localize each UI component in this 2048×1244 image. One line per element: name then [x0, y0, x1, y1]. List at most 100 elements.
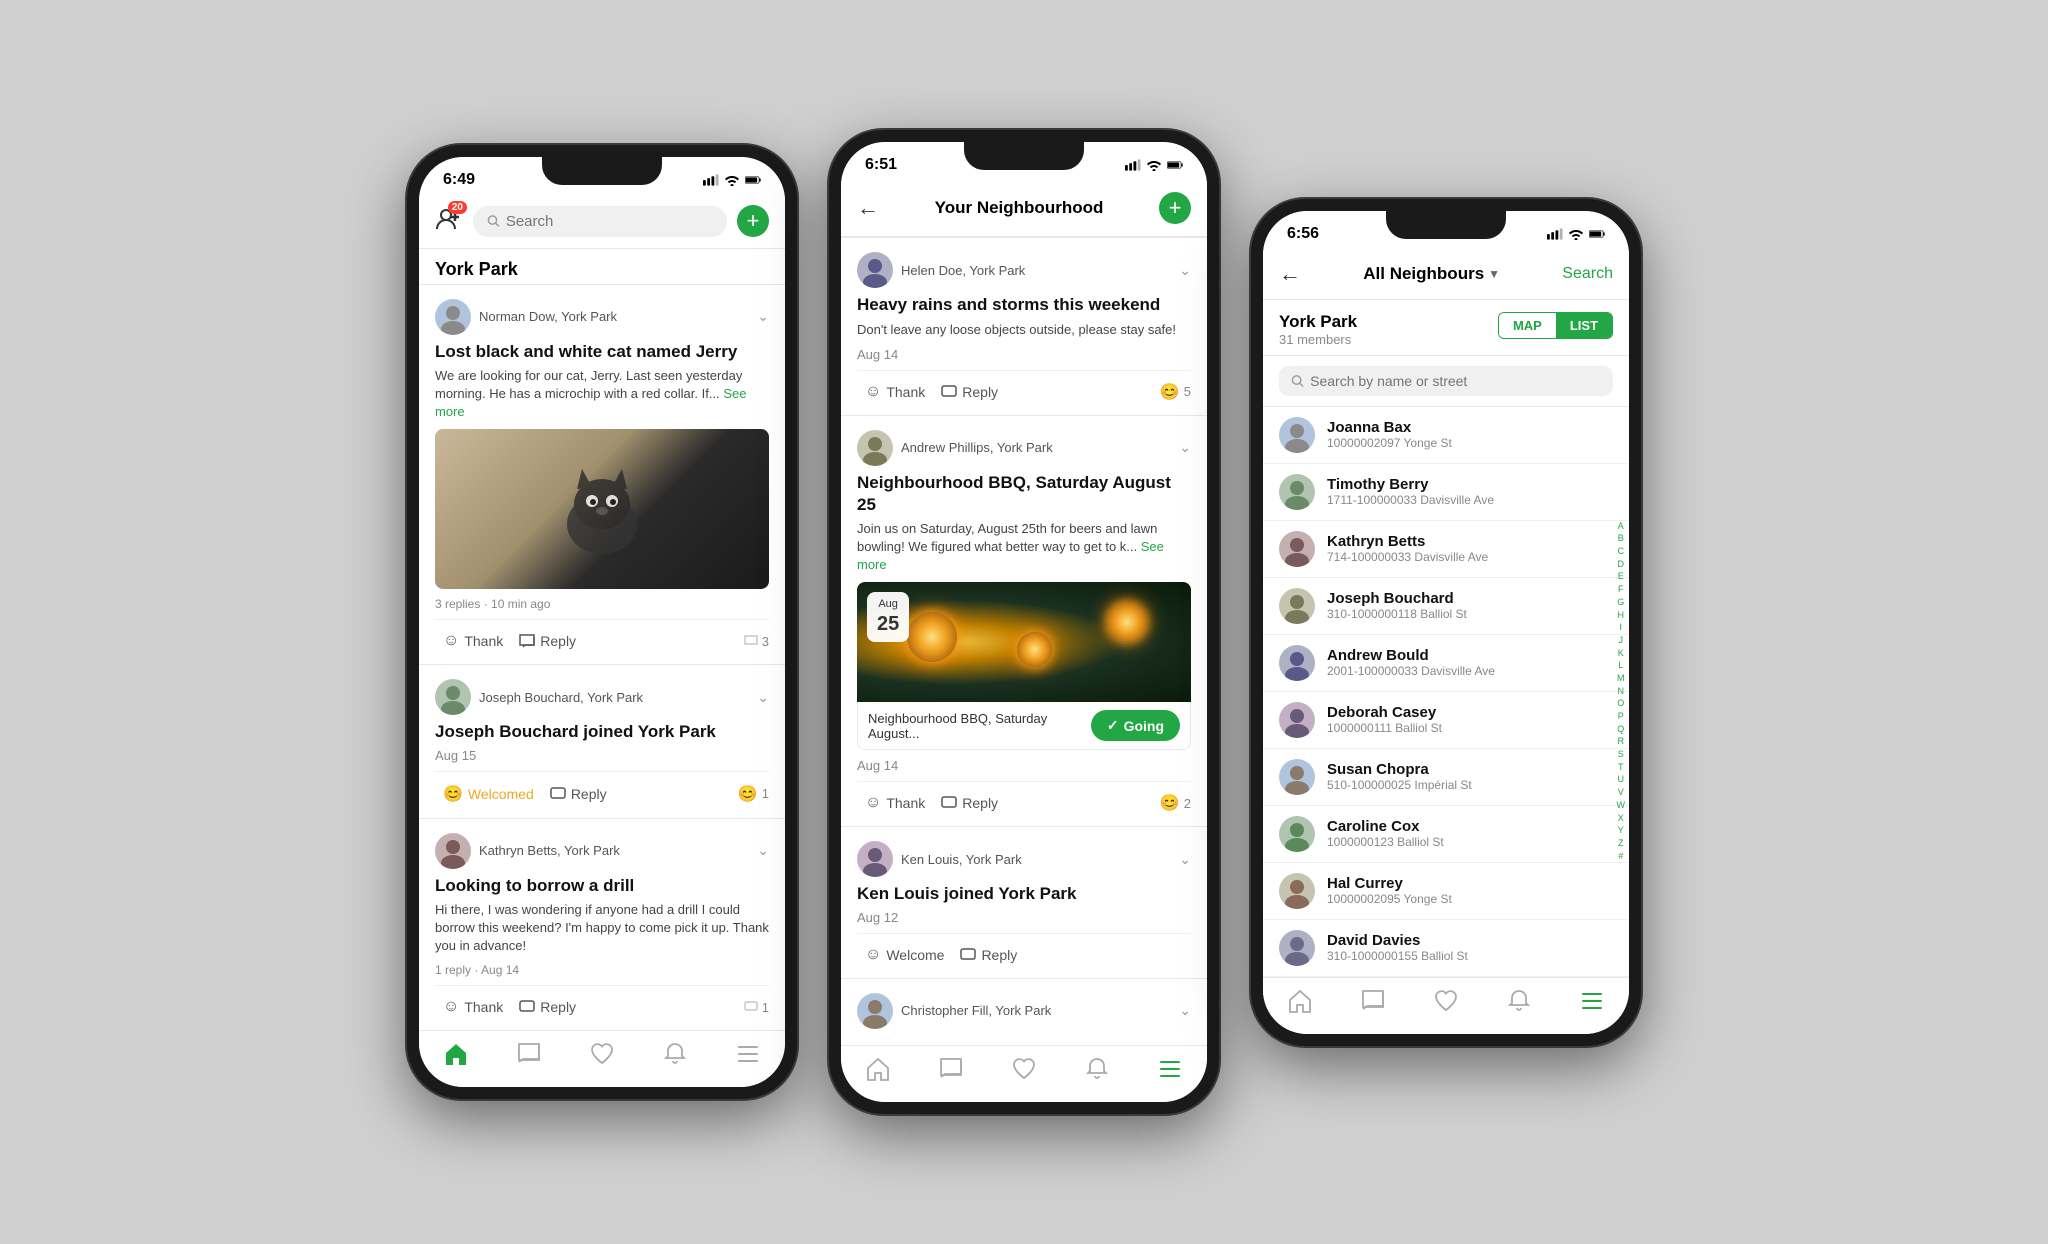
alpha-N[interactable]: N	[1617, 686, 1626, 698]
tab-home-2[interactable]	[865, 1056, 891, 1082]
tab-messages-1[interactable]	[516, 1041, 542, 1067]
alpha-U[interactable]: U	[1617, 774, 1626, 786]
alpha-O[interactable]: O	[1617, 698, 1626, 710]
neighbour-item-9[interactable]: David Davies 310-1000000155 Balliol St	[1263, 920, 1629, 977]
reply-button-p2-1[interactable]: Reply	[933, 380, 1006, 404]
chevron-icon-3[interactable]: ⌄	[757, 842, 769, 859]
neighbour-item-3[interactable]: Joseph Bouchard 310-1000000118 Balliol S…	[1263, 578, 1629, 635]
alpha-V[interactable]: V	[1617, 787, 1626, 799]
neighbour-item-2[interactable]: Kathryn Betts 714-100000033 Davisville A…	[1263, 521, 1629, 578]
tab-menu-3[interactable]	[1579, 988, 1605, 1014]
neighbour-item-0[interactable]: Joanna Bax 10000002097 Yonge St	[1263, 407, 1629, 464]
neighbour-address-8: 10000002095 Yonge St	[1327, 892, 1452, 906]
back-button-3[interactable]: ←	[1279, 261, 1301, 287]
alpha-E[interactable]: E	[1617, 571, 1626, 583]
tab-menu-1[interactable]	[735, 1041, 761, 1067]
neighbour-info-9: David Davies 310-1000000155 Balliol St	[1327, 932, 1468, 963]
welcomed-button-2[interactable]: 😊 Welcomed	[435, 780, 542, 808]
tab-heart-2[interactable]	[1011, 1056, 1037, 1082]
thank-button-3[interactable]: ☺ Thank	[435, 994, 511, 1020]
thank-button-1[interactable]: ☺ Thank	[435, 628, 511, 654]
neighbour-address-2: 714-100000033 Davisville Ave	[1327, 550, 1488, 564]
alpha-A[interactable]: A	[1617, 521, 1626, 533]
alpha-Q[interactable]: Q	[1617, 724, 1626, 736]
name-search-input[interactable]	[1310, 373, 1601, 389]
chevron-p2-2[interactable]: ⌄	[1179, 439, 1191, 456]
alpha-R[interactable]: R	[1617, 736, 1626, 748]
neighbour-item-1[interactable]: Timothy Berry 1711-100000033 Davisville …	[1263, 464, 1629, 521]
welcome-button-p2-3[interactable]: ☺ Welcome	[857, 942, 952, 968]
alpha-H[interactable]: H	[1617, 610, 1626, 622]
add-friend-button[interactable]: 20	[435, 205, 463, 238]
messages-icon	[516, 1041, 542, 1067]
name-search-wrap	[1263, 356, 1629, 407]
alpha-K[interactable]: K	[1617, 648, 1626, 660]
reply-button-2[interactable]: Reply	[542, 782, 615, 806]
avatar-icon-3	[435, 833, 471, 869]
alpha-M[interactable]: M	[1617, 673, 1626, 685]
going-button[interactable]: ✓ Going	[1091, 710, 1180, 741]
post-title-3: Looking to borrow a drill	[435, 875, 769, 897]
alpha-D[interactable]: D	[1617, 559, 1626, 571]
tab-heart-1[interactable]	[589, 1041, 615, 1067]
alpha-S[interactable]: S	[1617, 749, 1626, 761]
alpha-X[interactable]: X	[1617, 813, 1626, 825]
screen2-title: Your Neighbourhood	[935, 198, 1104, 218]
date-p2-2: Aug 14	[857, 758, 1191, 773]
alpha-P[interactable]: P	[1617, 711, 1626, 723]
alpha-I[interactable]: I	[1617, 622, 1626, 634]
chevron-p2-4[interactable]: ⌄	[1179, 1002, 1191, 1019]
thank-button-p2-2[interactable]: ☺ Thank	[857, 790, 933, 816]
tab-bell-3[interactable]	[1506, 988, 1532, 1014]
tab-messages-3[interactable]	[1360, 988, 1386, 1014]
map-toggle-btn[interactable]: MAP	[1499, 313, 1556, 338]
tab-bell-2[interactable]	[1084, 1056, 1110, 1082]
neighbour-item-5[interactable]: Deborah Casey 1000000111 Balliol St	[1263, 692, 1629, 749]
neighbour-item-8[interactable]: Hal Currey 10000002095 Yonge St	[1263, 863, 1629, 920]
chevron-icon-2[interactable]: ⌄	[757, 689, 769, 706]
tab-menu-2[interactable]	[1157, 1056, 1183, 1082]
reply-button-3[interactable]: Reply	[511, 995, 584, 1019]
action-row-1: ☺ Thank Reply 3	[435, 619, 769, 654]
alpha-Y[interactable]: Y	[1617, 825, 1626, 837]
chevron-icon-1[interactable]: ⌄	[757, 308, 769, 325]
reply-button-1[interactable]: Reply	[511, 629, 584, 653]
tab-home-3[interactable]	[1287, 988, 1313, 1014]
plus-button-2[interactable]: +	[1159, 192, 1191, 224]
tab-bar-1	[419, 1030, 785, 1087]
notch-1	[542, 157, 662, 185]
alpha-F[interactable]: F	[1617, 584, 1626, 596]
alpha-hash[interactable]: #	[1617, 851, 1626, 863]
neighbour-item-4[interactable]: Andrew Bould 2001-100000033 Davisville A…	[1263, 635, 1629, 692]
back-button-2[interactable]: ←	[857, 195, 879, 221]
alpha-Z[interactable]: Z	[1617, 838, 1626, 850]
search-bar[interactable]	[473, 206, 727, 237]
search-input[interactable]	[506, 213, 713, 230]
alpha-T[interactable]: T	[1617, 762, 1626, 774]
dropdown-title[interactable]: All Neighbours ▼	[1363, 264, 1500, 284]
thank-button-p2-1[interactable]: ☺ Thank	[857, 379, 933, 405]
alpha-G[interactable]: G	[1617, 597, 1626, 609]
tab-messages-2[interactable]	[938, 1056, 964, 1082]
alpha-B[interactable]: B	[1617, 533, 1626, 545]
chevron-p2-1[interactable]: ⌄	[1179, 262, 1191, 279]
tab-heart-3[interactable]	[1433, 988, 1459, 1014]
chevron-p2-3[interactable]: ⌄	[1179, 851, 1191, 868]
plus-button[interactable]: +	[737, 205, 769, 237]
alpha-C[interactable]: C	[1617, 546, 1626, 558]
alpha-W[interactable]: W	[1617, 800, 1626, 812]
tab-bell-1[interactable]	[662, 1041, 688, 1067]
alpha-L[interactable]: L	[1617, 660, 1626, 672]
search-icon	[487, 214, 500, 228]
neighbour-info-1: Timothy Berry 1711-100000033 Davisville …	[1327, 476, 1494, 507]
reply-button-p2-2[interactable]: Reply	[933, 791, 1006, 815]
date-p2-1: Aug 14	[857, 347, 1191, 362]
author-name-3: Kathryn Betts, York Park	[479, 843, 620, 858]
reply-button-p2-3[interactable]: Reply	[952, 943, 1025, 967]
neighbour-item-6[interactable]: Susan Chopra 510-100000025 Impérial St	[1263, 749, 1629, 806]
search-link[interactable]: Search	[1562, 265, 1613, 283]
list-toggle-btn[interactable]: LIST	[1556, 313, 1612, 338]
tab-home-1[interactable]	[443, 1041, 469, 1067]
neighbour-item-7[interactable]: Caroline Cox 1000000123 Balliol St	[1263, 806, 1629, 863]
alpha-J[interactable]: J	[1617, 635, 1626, 647]
